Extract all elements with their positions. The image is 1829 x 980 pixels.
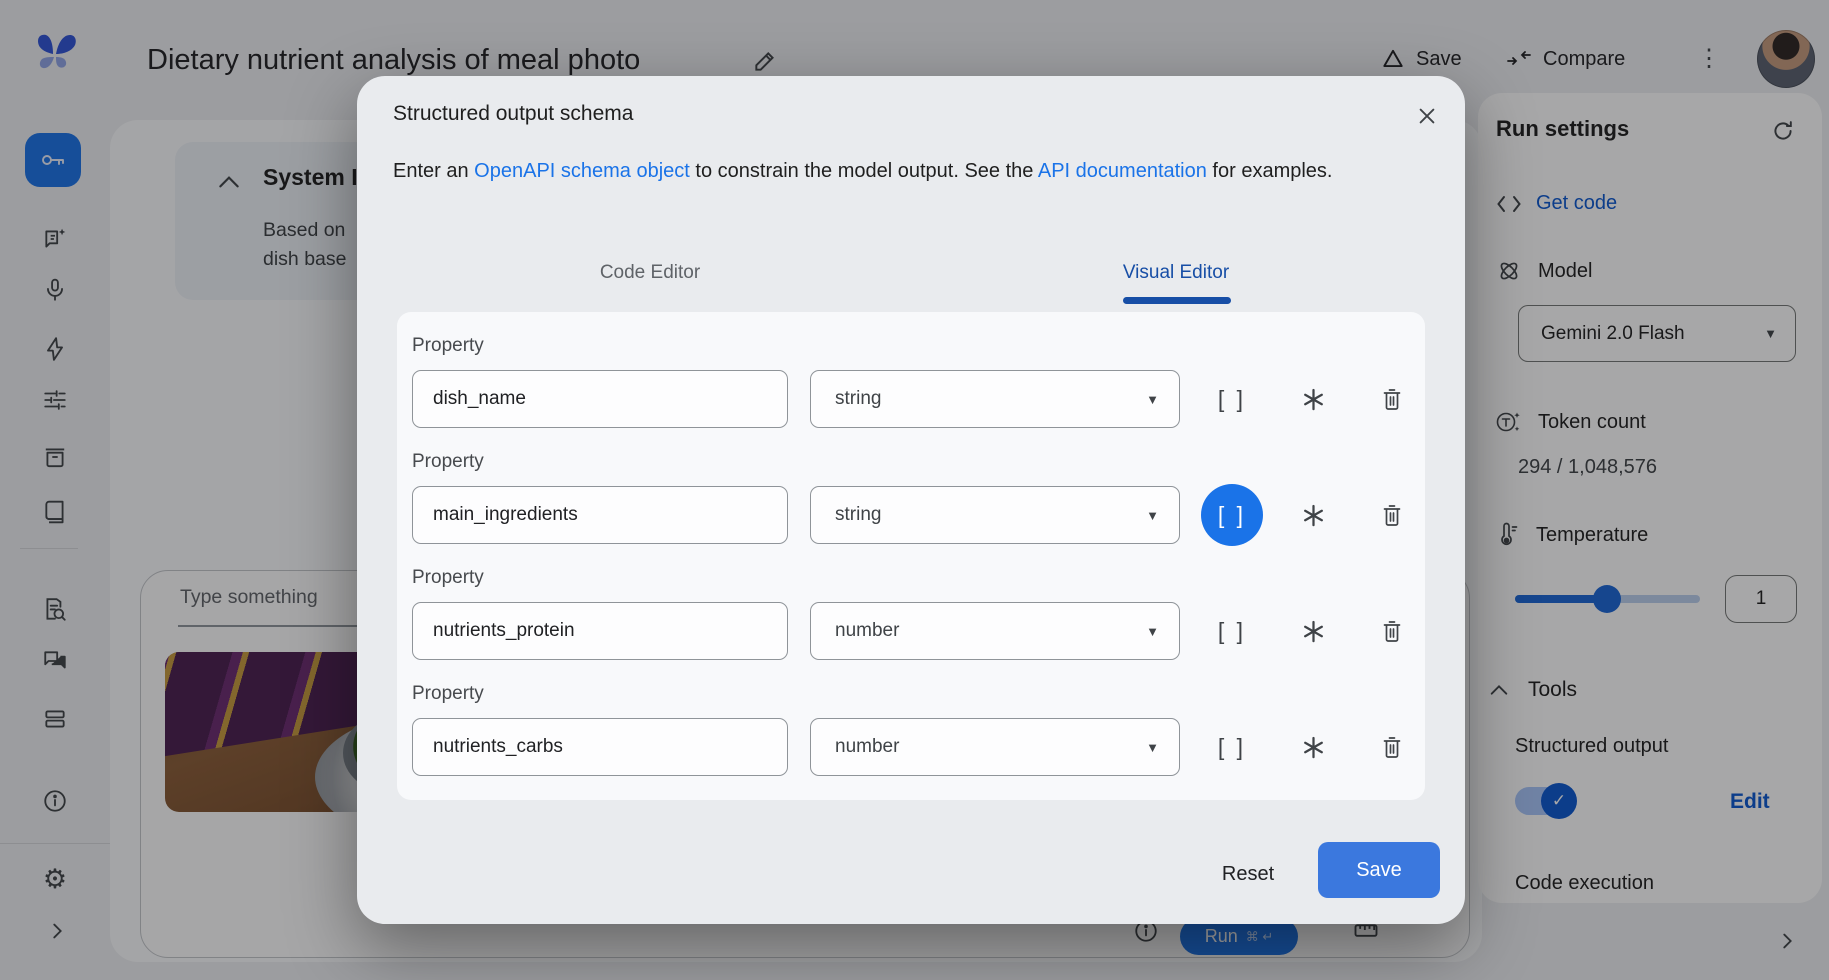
modal-close-button[interactable] [1405,94,1449,138]
delete-property-button[interactable] [1369,608,1415,654]
property-name-input[interactable] [412,602,788,660]
trash-icon [1380,502,1404,528]
property-label: Property [412,567,484,589]
trash-icon [1380,386,1404,412]
active-tab-underline [1123,297,1231,304]
property-type-select[interactable]: string ▼ [810,486,1180,544]
delete-property-button[interactable] [1369,376,1415,422]
property-label: Property [412,451,484,473]
array-toggle-button[interactable]: [ ] [1209,376,1255,422]
chevron-down-icon: ▼ [1146,624,1159,639]
property-name-input[interactable] [412,718,788,776]
array-toggle-button[interactable]: [ ] [1209,724,1255,770]
modal-title: Structured output schema [393,102,633,126]
required-toggle-button[interactable] [1290,492,1336,538]
structured-output-modal: Structured output schema Enter an OpenAP… [357,76,1465,924]
asterisk-icon [1300,618,1327,645]
app-window: Dietary nutrient analysis of meal photo … [0,0,1829,980]
required-toggle-button[interactable] [1290,376,1336,422]
property-label: Property [412,335,484,357]
save-schema-button[interactable]: Save [1318,842,1440,898]
property-type-select[interactable]: number ▼ [810,602,1180,660]
property-type-select[interactable]: number ▼ [810,718,1180,776]
asterisk-icon [1300,386,1327,413]
property-name-input[interactable] [412,370,788,428]
property-label: Property [412,683,484,705]
schema-properties-sheet: Property string ▼ [ ] Property [397,312,1425,800]
property-type-select[interactable]: string ▼ [810,370,1180,428]
array-toggle-button-active[interactable]: [ ] [1201,484,1263,546]
chevron-down-icon: ▼ [1146,740,1159,755]
modal-description: Enter an OpenAPI schema object to constr… [393,160,1332,183]
openapi-schema-link[interactable]: OpenAPI schema object [474,160,690,182]
asterisk-icon [1300,734,1327,761]
property-name-input[interactable] [412,486,788,544]
asterisk-icon [1300,502,1327,529]
chevron-down-icon: ▼ [1146,392,1159,407]
close-icon [1416,105,1438,127]
tab-visual-editor[interactable]: Visual Editor [1066,262,1286,284]
reset-button[interactable]: Reset [1193,846,1303,902]
trash-icon [1380,734,1404,760]
delete-property-button[interactable] [1369,492,1415,538]
array-toggle-button[interactable]: [ ] [1209,608,1255,654]
required-toggle-button[interactable] [1290,608,1336,654]
chevron-down-icon: ▼ [1146,508,1159,523]
api-documentation-link[interactable]: API documentation [1038,160,1207,182]
required-toggle-button[interactable] [1290,724,1336,770]
delete-property-button[interactable] [1369,724,1415,770]
tab-code-editor[interactable]: Code Editor [540,262,760,284]
trash-icon [1380,618,1404,644]
